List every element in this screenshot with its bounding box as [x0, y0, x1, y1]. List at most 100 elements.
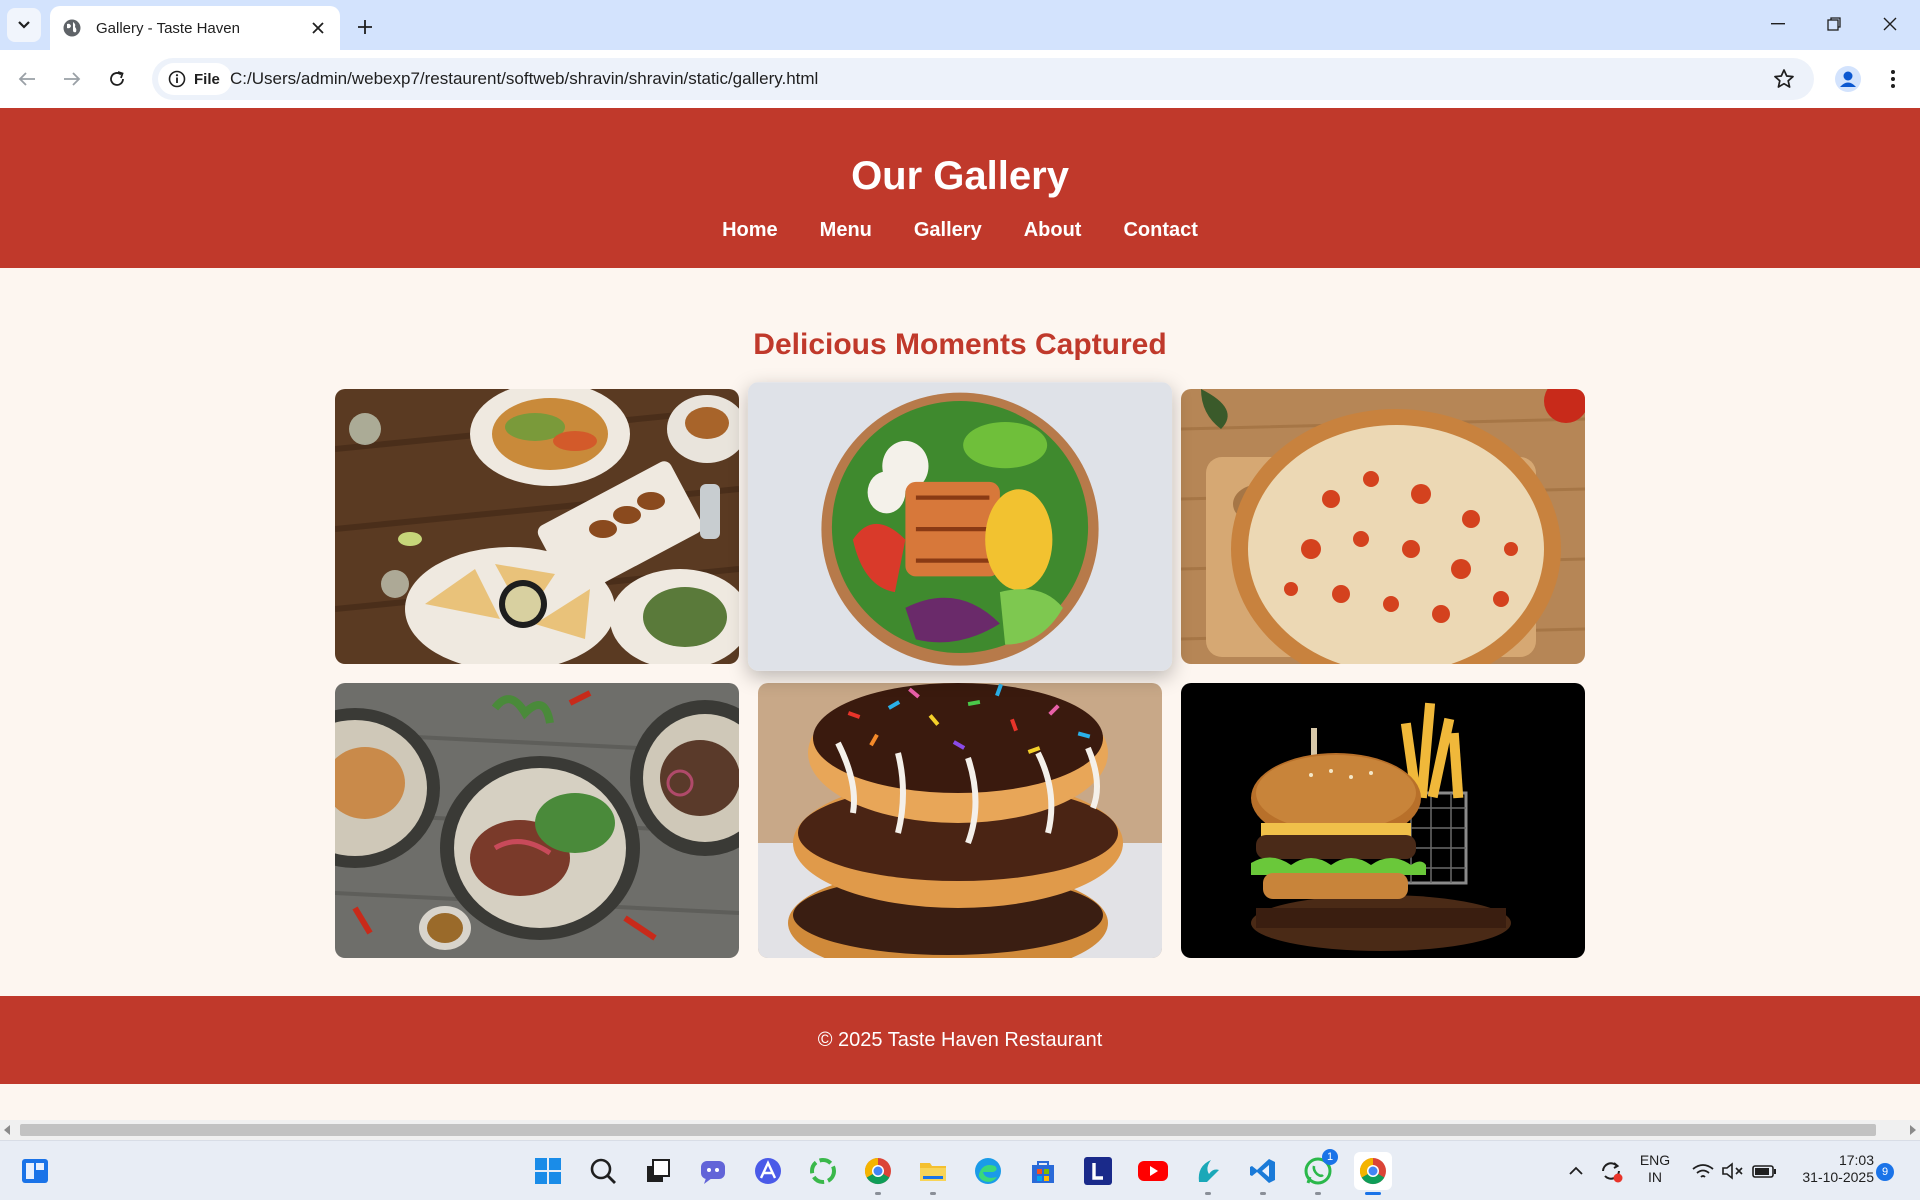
chevron-up-icon — [1569, 1166, 1583, 1175]
gallery-photo-grilled-meat[interactable] — [335, 683, 739, 958]
quick-settings-button[interactable] — [1688, 1152, 1784, 1190]
scrollbar-thumb[interactable] — [20, 1124, 1876, 1136]
web-page: Our Gallery Home Menu Gallery About Cont… — [0, 108, 1920, 1120]
notification-count-badge[interactable]: 9 — [1876, 1163, 1894, 1181]
tab-close-button[interactable] — [308, 18, 328, 38]
running-indicator — [1205, 1192, 1211, 1195]
nav-link-about[interactable]: About — [1003, 218, 1103, 242]
chevron-down-icon — [18, 21, 30, 29]
nav-link-home[interactable]: Home — [701, 218, 799, 242]
gallery-photo-table-spread[interactable] — [335, 389, 739, 664]
taskbar-edge[interactable] — [969, 1152, 1007, 1190]
start-button[interactable] — [529, 1152, 567, 1190]
arrow-left-icon — [18, 72, 35, 86]
taskbar-app-l[interactable] — [1079, 1152, 1117, 1190]
table-spread-icon — [335, 389, 739, 664]
salad-bowl-icon — [747, 382, 1173, 671]
globe-icon — [63, 19, 81, 37]
letter-l-app-icon — [1084, 1157, 1112, 1185]
taskbar-chrome-active[interactable] — [1354, 1152, 1392, 1195]
taskbar-chrome[interactable] — [859, 1152, 897, 1195]
reload-icon — [110, 71, 124, 86]
youtube-icon — [1138, 1161, 1168, 1181]
avatar-icon — [1835, 66, 1861, 92]
taskbar-app-ring[interactable] — [804, 1152, 842, 1190]
gallery-photo-pizza[interactable] — [1181, 389, 1585, 664]
close-window-button[interactable] — [1862, 6, 1918, 42]
close-icon — [1883, 17, 1897, 31]
nav-link-gallery[interactable]: Gallery — [893, 218, 1003, 242]
taskbar: 1 ENG IN 17:03 31-10-2025 9 — [0, 1140, 1920, 1200]
scroll-right-icon[interactable] — [1910, 1125, 1916, 1135]
nav-link-contact[interactable]: Contact — [1102, 218, 1218, 242]
new-tab-button[interactable] — [350, 12, 380, 42]
taskbar-whatsapp[interactable]: 1 — [1299, 1149, 1338, 1195]
taskbar-app-triangle[interactable] — [749, 1152, 787, 1190]
widgets-icon — [22, 1159, 48, 1183]
taskbar-app-wave[interactable] — [1189, 1152, 1227, 1195]
taskbar-vscode[interactable] — [1244, 1152, 1282, 1195]
minimize-button[interactable] — [1750, 6, 1806, 42]
footer-copyright: © 2025 Taste Haven Restaurant — [817, 1029, 1103, 1051]
edge-icon — [975, 1158, 1001, 1184]
gallery-photo-burger[interactable] — [1181, 683, 1585, 958]
running-indicator — [930, 1192, 936, 1195]
nav-link-menu[interactable]: Menu — [799, 218, 893, 242]
forward-button[interactable] — [54, 61, 90, 97]
gallery-photo-donuts[interactable] — [758, 683, 1162, 958]
back-button[interactable] — [9, 61, 45, 97]
task-view-button[interactable] — [639, 1152, 677, 1190]
wifi-volume-battery-icon — [1692, 1162, 1776, 1180]
store-icon — [1032, 1161, 1054, 1183]
site-footer: © 2025 Taste Haven Restaurant — [0, 996, 1920, 1084]
folder-icon — [920, 1163, 946, 1181]
restore-button[interactable] — [1806, 6, 1862, 42]
bookmark-star-icon[interactable] — [1772, 67, 1796, 91]
site-nav: Home Menu Gallery About Contact — [0, 218, 1920, 242]
horizontal-scrollbar[interactable] — [0, 1120, 1920, 1140]
running-indicator — [1260, 1192, 1266, 1195]
browser-tab[interactable]: Gallery - Taste Haven — [50, 6, 340, 50]
restore-icon — [1827, 17, 1841, 31]
whatsapp-notification-badge: 1 — [1322, 1149, 1338, 1165]
minimize-icon — [1771, 23, 1785, 25]
site-header: Our Gallery Home Menu Gallery About Cont… — [0, 108, 1920, 268]
donuts-icon — [758, 683, 1162, 958]
language-code: ENG — [1639, 1152, 1671, 1168]
address-bar[interactable]: File C:/Users/admin/webexp7/restaurent/s… — [152, 58, 1814, 100]
taskbar-store[interactable] — [1024, 1152, 1062, 1190]
tab-search-button[interactable] — [7, 8, 41, 42]
reload-button[interactable] — [99, 61, 135, 97]
burger-fries-icon — [1181, 683, 1585, 958]
region-code: IN — [1648, 1169, 1662, 1185]
arrow-right-icon — [64, 72, 81, 86]
clock[interactable]: 17:03 31-10-2025 — [1786, 1152, 1874, 1186]
running-indicator — [875, 1192, 881, 1195]
pizza-icon — [1181, 389, 1585, 664]
gallery-photo-salad-bowl[interactable] — [747, 382, 1173, 671]
grilled-meat-plates-icon — [335, 683, 739, 958]
language-indicator[interactable]: ENG IN — [1630, 1152, 1680, 1186]
task-view-icon — [647, 1159, 670, 1182]
taskbar-search-button[interactable] — [584, 1152, 622, 1190]
taskbar-file-explorer[interactable] — [914, 1152, 952, 1195]
menu-button[interactable] — [1878, 63, 1908, 95]
search-icon — [590, 1158, 616, 1184]
tray-overflow-button[interactable] — [1562, 1152, 1590, 1190]
profile-button[interactable] — [1832, 63, 1864, 95]
taskbar-youtube[interactable] — [1134, 1152, 1172, 1190]
running-indicator — [1315, 1192, 1321, 1195]
more-vertical-icon — [1891, 70, 1895, 88]
app-ring-icon — [810, 1158, 836, 1184]
app-wave-icon — [1198, 1160, 1219, 1182]
url-text[interactable]: C:/Users/admin/webexp7/restaurent/softwe… — [230, 69, 818, 89]
tray-sync-button[interactable] — [1594, 1152, 1628, 1190]
sync-icon — [1602, 1162, 1623, 1183]
scroll-left-icon[interactable] — [4, 1125, 10, 1135]
section-heading: Delicious Moments Captured — [753, 328, 1167, 361]
windows-logo-icon — [535, 1158, 561, 1184]
site-info-chip[interactable]: File — [158, 63, 232, 95]
taskbar-teams[interactable] — [694, 1152, 732, 1190]
widgets-button[interactable] — [16, 1152, 54, 1190]
photo-gallery — [335, 382, 1585, 958]
